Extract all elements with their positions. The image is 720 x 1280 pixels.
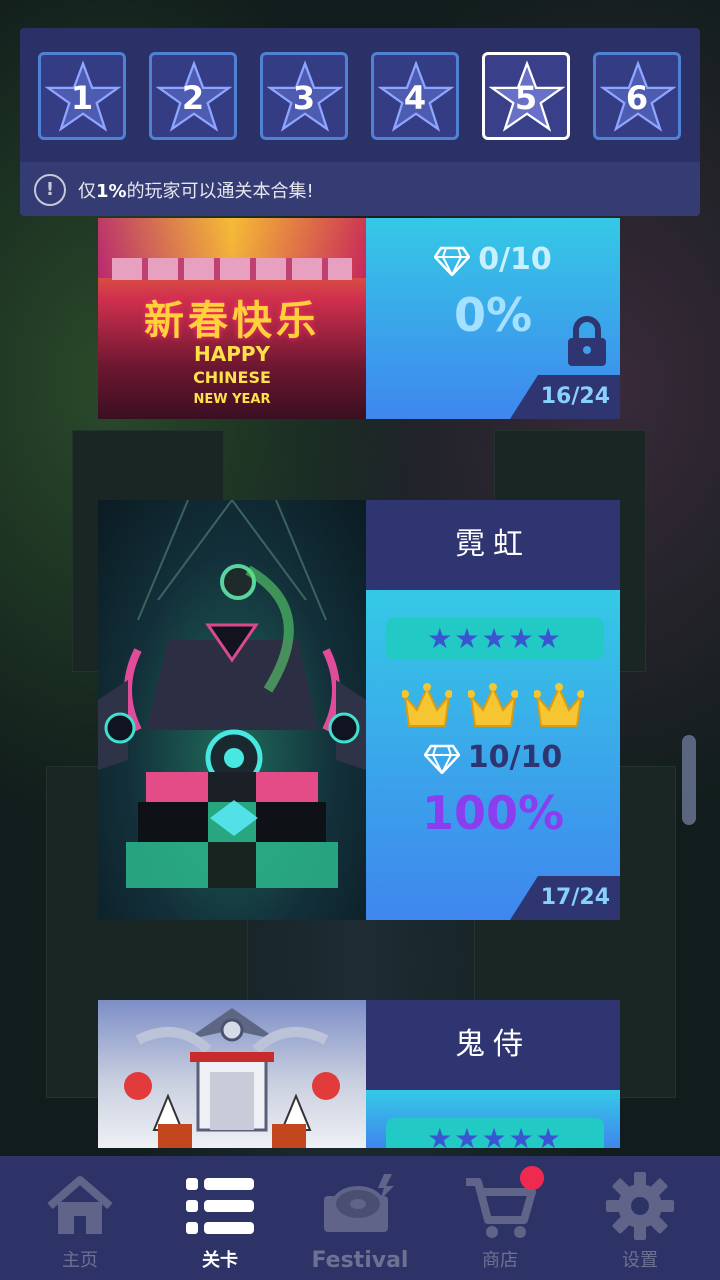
scrollbar[interactable] xyxy=(682,735,696,825)
level-artwork xyxy=(98,500,366,920)
star-rating: ★★★★★ xyxy=(386,618,604,660)
art-sub: NEW YEAR xyxy=(193,392,271,407)
crown-icon xyxy=(468,683,518,727)
level-card-samurai[interactable]: 鬼侍 ★★★★★ xyxy=(98,1000,620,1148)
nav-label: 设置 xyxy=(622,1250,658,1271)
list-icon xyxy=(186,1178,254,1234)
level-title: 鬼侍 xyxy=(366,1000,620,1090)
level-artwork: 新春快乐 HAPPY CHINESE NEW YEAR xyxy=(98,218,366,419)
level-info: 霓虹 ★★★★★ 10/10 100% 17/24 xyxy=(366,500,620,920)
art-sub: CHINESE xyxy=(193,368,271,387)
crown-icon xyxy=(534,683,584,727)
nav-label: 主页 xyxy=(62,1250,98,1271)
vinyl-icon xyxy=(324,1174,394,1232)
info-icon[interactable]: ! xyxy=(34,174,66,206)
tab-number: 5 xyxy=(514,79,538,117)
collection-panel: 1 2 3 4 5 6 ! 仅1%的玩家可以通关本合集! xyxy=(20,28,700,216)
tab-number: 1 xyxy=(70,79,94,117)
tab-4[interactable]: 4 xyxy=(371,52,459,140)
gem-counter: 10/10 xyxy=(366,740,620,775)
bottom-navigation: 主页 关卡 Festival 商店 设置 xyxy=(0,1156,720,1280)
home-icon xyxy=(47,1176,113,1234)
tab-5[interactable]: 5 xyxy=(482,52,570,140)
samurai-illustration xyxy=(124,1008,340,1148)
tab-number: 6 xyxy=(625,79,649,117)
nav-festival[interactable]: Festival xyxy=(288,1156,432,1280)
level-title: 霓虹 xyxy=(366,500,620,590)
tab-3[interactable]: 3 xyxy=(260,52,348,140)
nav-shop[interactable]: 商店 xyxy=(428,1156,572,1280)
art-sub: HAPPY xyxy=(193,342,270,366)
notice-bar: ! 仅1%的玩家可以通关本合集! xyxy=(20,162,700,216)
level-artwork xyxy=(98,1000,366,1148)
tab-number: 3 xyxy=(292,79,316,117)
notice-text: 仅1%的玩家可以通关本合集! xyxy=(78,181,314,202)
gem-counter: 0/10 xyxy=(366,242,620,277)
tab-number: 2 xyxy=(181,79,205,117)
completion-percent: 100% xyxy=(421,786,565,840)
nav-label: Festival xyxy=(311,1248,409,1273)
notification-badge xyxy=(520,1166,544,1190)
level-card-neon[interactable]: 霓虹 ★★★★★ 10/10 100% 17/24 xyxy=(98,500,620,920)
tab-1[interactable]: 1 xyxy=(38,52,126,140)
level-card-new-year[interactable]: 新春快乐 HAPPY CHINESE NEW YEAR 0/10 0% 16/2… xyxy=(98,218,620,419)
star-rating: ★★★★★ xyxy=(386,1118,604,1148)
level-info: 0/10 0% 16/24 xyxy=(366,218,620,419)
nav-label: 商店 xyxy=(482,1250,518,1271)
nav-label: 关卡 xyxy=(202,1250,238,1271)
crown-row xyxy=(402,682,584,732)
crown-icon xyxy=(402,683,452,727)
tab-2[interactable]: 2 xyxy=(149,52,237,140)
stat-area: ★★★★★ xyxy=(366,1090,620,1148)
diamond-icon xyxy=(423,744,461,775)
stat-area: ★★★★★ 10/10 100% xyxy=(366,590,620,920)
nav-home[interactable]: 主页 xyxy=(8,1156,152,1280)
diamond-icon xyxy=(433,246,471,277)
level-info: 鬼侍 ★★★★★ xyxy=(366,1000,620,1148)
lock-icon xyxy=(568,316,606,366)
neon-track-illustration xyxy=(98,500,366,888)
collection-tabs: 1 2 3 4 5 6 xyxy=(38,52,682,142)
tab-number: 4 xyxy=(403,79,427,117)
art-title: 新春快乐 xyxy=(144,298,320,344)
gear-icon xyxy=(606,1172,674,1240)
nav-levels[interactable]: 关卡 xyxy=(148,1156,292,1280)
tab-6[interactable]: 6 xyxy=(593,52,681,140)
nav-settings[interactable]: 设置 xyxy=(568,1156,712,1280)
